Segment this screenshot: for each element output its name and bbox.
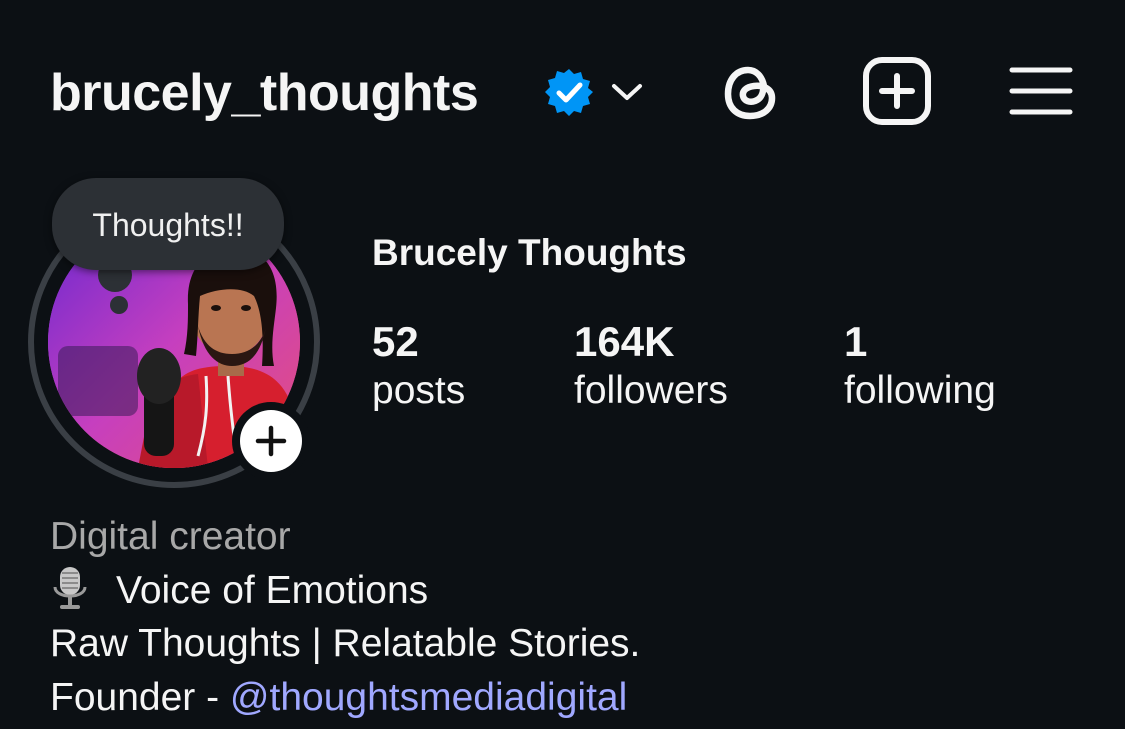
add-story-circle (240, 410, 302, 472)
bio-line-2: Raw Thoughts | Relatable Stories. (50, 622, 641, 665)
stat-value: 164K (574, 318, 675, 365)
chevron-down-icon[interactable] (608, 76, 646, 108)
bio-founder-prefix: Founder - (50, 675, 230, 719)
note-bubble[interactable]: Thoughts!! (52, 178, 284, 270)
microphone-emoji-icon (53, 566, 87, 609)
stat-label: following (844, 369, 996, 412)
profile-header: brucely_thoughts (0, 0, 1125, 190)
bio: Digital creator Voice of Emotions Raw Th… (50, 510, 1090, 724)
stat-value: 1 (844, 318, 868, 365)
bio-mention-link[interactable]: @thoughtsmediadigital (230, 676, 627, 719)
stat-followers[interactable]: 164K followers (574, 318, 728, 416)
plus-icon (255, 425, 287, 457)
bio-line-3: Founder - @thoughtsmediadigital (50, 671, 1090, 725)
bio-line-1-text: Voice of Emotions (116, 568, 429, 612)
stat-label: posts (372, 369, 466, 412)
verified-badge-icon (545, 69, 593, 116)
stat-following[interactable]: 1 following (844, 318, 996, 416)
stat-posts[interactable]: 52 posts (372, 318, 465, 416)
hamburger-menu-icon[interactable] (1008, 62, 1074, 120)
note-text: Thoughts!! (92, 207, 244, 243)
stat-value: 52 (372, 318, 419, 365)
display-name: Brucely Thoughts (372, 232, 687, 273)
username[interactable]: brucely_thoughts (50, 62, 479, 124)
note-bubble-tail-small (110, 296, 128, 314)
threads-icon[interactable] (718, 58, 786, 126)
stat-label: followers (574, 369, 728, 412)
plus-square-icon[interactable] (862, 56, 932, 126)
bio-category: Digital creator (50, 515, 291, 558)
add-story-button[interactable] (232, 402, 310, 480)
bio-line-1: Voice of Emotions (50, 564, 1090, 618)
